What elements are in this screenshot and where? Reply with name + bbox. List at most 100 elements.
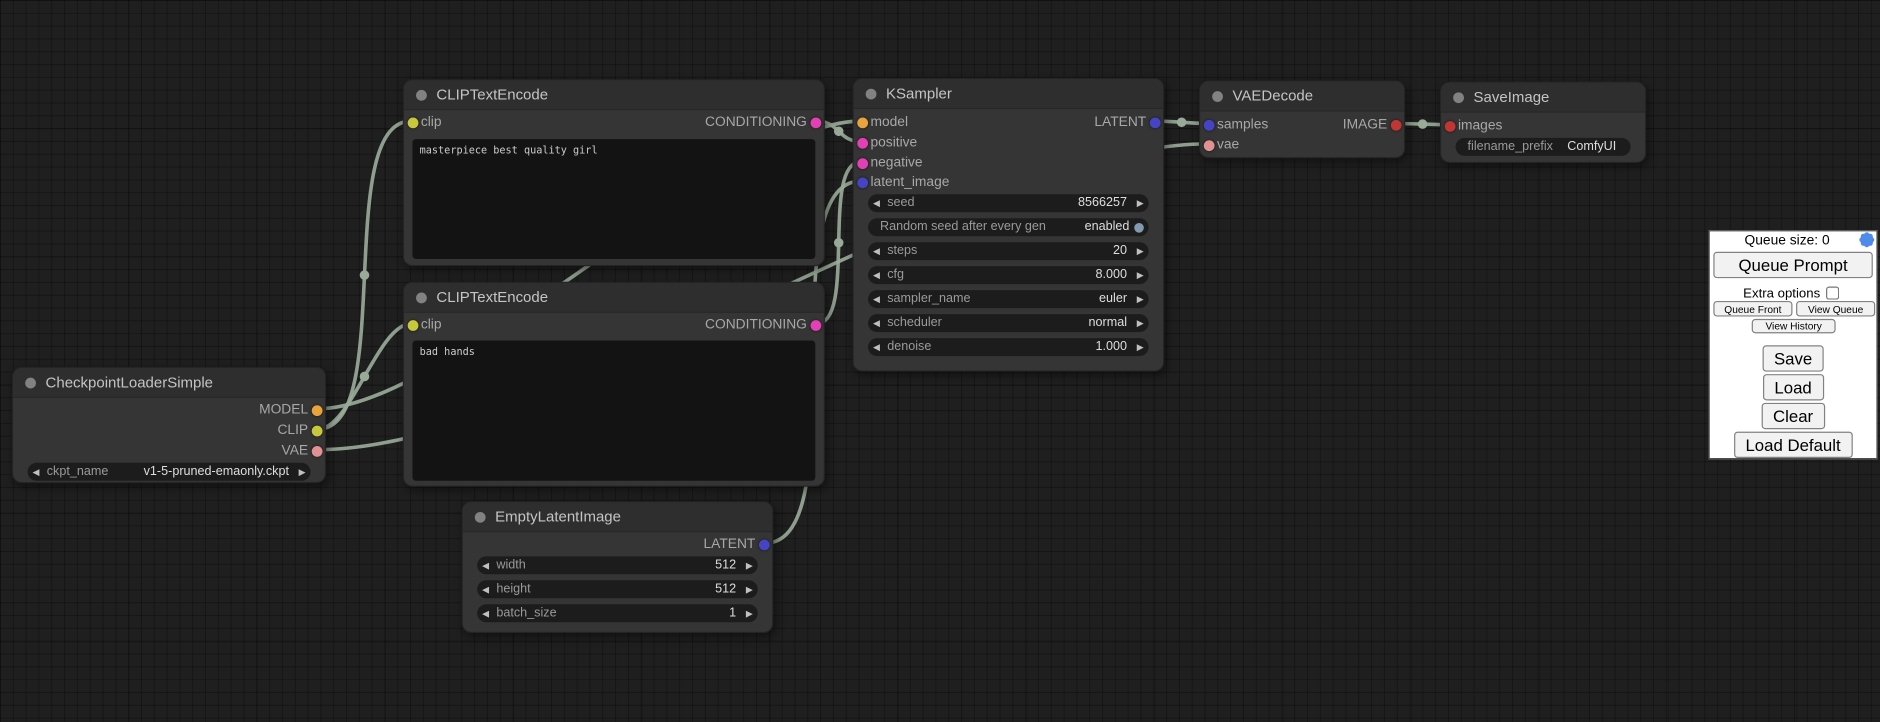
scheduler-widget[interactable]: ◀ scheduler normal ▶ <box>868 314 1149 332</box>
width-widget[interactable]: ◀ width 512 ▶ <box>477 556 758 574</box>
node-graph-canvas[interactable]: CheckpointLoaderSimple MODEL CLIP VAE ◀ … <box>0 0 1880 722</box>
increment-arrow-icon[interactable]: ▶ <box>741 580 758 598</box>
widget-value: 512 <box>715 580 736 598</box>
node-collapse-dot[interactable] <box>866 88 877 99</box>
negative-prompt-textarea[interactable]: bad hands <box>412 341 815 481</box>
checkpoint-loader-node[interactable]: CheckpointLoaderSimple MODEL CLIP VAE ◀ … <box>12 367 326 483</box>
node-title-bar[interactable]: CLIPTextEncode <box>404 80 824 110</box>
node-title-bar[interactable]: SaveImage <box>1441 83 1645 113</box>
decrement-arrow-icon[interactable]: ◀ <box>477 580 494 598</box>
node-collapse-dot[interactable] <box>25 377 36 388</box>
extra-options-label: Extra options <box>1743 287 1820 301</box>
clip-text-encode-negative-node[interactable]: CLIPTextEncode clip CONDITIONING bad han… <box>403 282 825 487</box>
link-midpoint-dot <box>834 238 844 248</box>
widget-label: ckpt_name <box>47 463 109 481</box>
clear-button[interactable]: Clear <box>1761 403 1825 429</box>
vae-input-port[interactable] <box>1203 140 1214 151</box>
load-default-button[interactable]: Load Default <box>1733 432 1852 458</box>
slot-label: VAE <box>282 444 309 458</box>
node-collapse-dot[interactable] <box>1453 92 1464 103</box>
batch-size-widget[interactable]: ◀ batch_size 1 ▶ <box>477 604 758 622</box>
height-widget[interactable]: ◀ height 512 ▶ <box>477 580 758 598</box>
latent-output-port[interactable] <box>758 539 769 550</box>
node-collapse-dot[interactable] <box>1212 91 1223 102</box>
filename-prefix-widget[interactable]: filename_prefix ComfyUI <box>1456 138 1631 156</box>
vae-output-port[interactable] <box>311 445 322 456</box>
increment-arrow-icon[interactable]: ▶ <box>1132 266 1149 284</box>
prev-value-arrow-icon[interactable]: ◀ <box>28 463 45 481</box>
node-collapse-dot[interactable] <box>416 292 427 303</box>
extra-options-checkbox[interactable] <box>1826 287 1839 300</box>
slot-label: latent_image <box>870 175 949 189</box>
view-queue-button[interactable]: View Queue <box>1796 301 1875 317</box>
decrement-arrow-icon[interactable]: ◀ <box>868 266 885 284</box>
image-output-port[interactable] <box>1390 119 1401 130</box>
samples-input-slot: samples <box>1217 115 1268 134</box>
node-title-bar[interactable]: CLIPTextEncode <box>404 283 824 313</box>
comfyui-menu-panel: Queue size: 0 Queue Prompt Extra options… <box>1709 230 1878 459</box>
save-button[interactable]: Save <box>1762 345 1824 371</box>
latent-output-port[interactable] <box>1149 117 1160 128</box>
vae-decode-node[interactable]: VAEDecode samples vae IMAGE <box>1199 80 1405 158</box>
decrement-arrow-icon[interactable]: ◀ <box>477 604 494 622</box>
decrement-arrow-icon[interactable]: ◀ <box>868 338 885 356</box>
prev-value-arrow-icon[interactable]: ◀ <box>868 314 885 332</box>
queue-prompt-button[interactable]: Queue Prompt <box>1713 252 1872 278</box>
load-button[interactable]: Load <box>1762 374 1823 400</box>
widget-value: 512 <box>715 556 736 574</box>
images-input-port[interactable] <box>1444 120 1455 131</box>
seed-widget[interactable]: ◀ seed 8566257 ▶ <box>868 194 1149 212</box>
clip-input-port[interactable] <box>407 320 418 331</box>
positive-prompt-textarea[interactable]: masterpiece best quality girl <box>412 139 815 259</box>
random-seed-toggle-widget[interactable]: Random seed after every gen enabled <box>868 218 1149 236</box>
positive-input-port[interactable] <box>857 137 868 148</box>
model-input-port[interactable] <box>857 117 868 128</box>
empty-latent-image-node[interactable]: EmptyLatentImage LATENT ◀ width 512 ▶ ◀ … <box>462 501 774 633</box>
increment-arrow-icon[interactable]: ▶ <box>741 556 758 574</box>
node-title-bar[interactable]: CheckpointLoaderSimple <box>13 368 325 398</box>
settings-gear-icon[interactable] <box>1861 234 1873 246</box>
ksampler-node[interactable]: KSampler model positive negative latent_… <box>852 78 1164 372</box>
toggle-on-dot-icon[interactable] <box>1134 222 1144 232</box>
clip-text-encode-positive-node[interactable]: CLIPTextEncode clip CONDITIONING masterp… <box>403 79 825 266</box>
queue-front-button[interactable]: Queue Front <box>1713 301 1792 317</box>
slot-label: model <box>870 115 908 129</box>
decrement-arrow-icon[interactable]: ◀ <box>477 556 494 574</box>
next-value-arrow-icon[interactable]: ▶ <box>294 463 311 481</box>
ckpt-name-combo-widget[interactable]: ◀ ckpt_name v1-5-pruned-emaonly.ckpt ▶ <box>28 463 311 481</box>
node-title: CheckpointLoaderSimple <box>46 374 213 391</box>
steps-widget[interactable]: ◀ steps 20 ▶ <box>868 242 1149 260</box>
decrement-arrow-icon[interactable]: ◀ <box>868 242 885 260</box>
negative-input-port[interactable] <box>857 158 868 169</box>
node-title-bar[interactable]: KSampler <box>854 79 1163 109</box>
increment-arrow-icon[interactable]: ▶ <box>1132 194 1149 212</box>
node-collapse-dot[interactable] <box>416 89 427 100</box>
clip-output-port[interactable] <box>311 425 322 436</box>
denoise-widget[interactable]: ◀ denoise 1.000 ▶ <box>868 338 1149 356</box>
samples-input-port[interactable] <box>1203 119 1214 130</box>
slot-label: samples <box>1217 118 1268 132</box>
decrement-arrow-icon[interactable]: ◀ <box>868 194 885 212</box>
conditioning-output-port[interactable] <box>810 117 821 128</box>
slot-label: CLIP <box>277 423 308 437</box>
prev-value-arrow-icon[interactable]: ◀ <box>868 290 885 308</box>
next-value-arrow-icon[interactable]: ▶ <box>1132 290 1149 308</box>
node-title-bar[interactable]: VAEDecode <box>1200 82 1404 112</box>
sampler-name-widget[interactable]: ◀ sampler_name euler ▶ <box>868 290 1149 308</box>
increment-arrow-icon[interactable]: ▶ <box>1132 338 1149 356</box>
conditioning-output-port[interactable] <box>810 320 821 331</box>
next-value-arrow-icon[interactable]: ▶ <box>1132 314 1149 332</box>
widget-value: 8566257 <box>1078 194 1127 212</box>
node-collapse-dot[interactable] <box>475 511 486 522</box>
increment-arrow-icon[interactable]: ▶ <box>741 604 758 622</box>
latent-image-input-port[interactable] <box>857 177 868 188</box>
model-output-port[interactable] <box>311 405 322 416</box>
slot-label: images <box>1458 119 1502 133</box>
cfg-widget[interactable]: ◀ cfg 8.000 ▶ <box>868 266 1149 284</box>
widget-label: cfg <box>887 266 904 284</box>
clip-input-port[interactable] <box>407 117 418 128</box>
increment-arrow-icon[interactable]: ▶ <box>1132 242 1149 260</box>
save-image-node[interactable]: SaveImage images filename_prefix ComfyUI <box>1440 82 1646 164</box>
view-history-button[interactable]: View History <box>1752 319 1836 333</box>
node-title-bar[interactable]: EmptyLatentImage <box>463 502 772 532</box>
